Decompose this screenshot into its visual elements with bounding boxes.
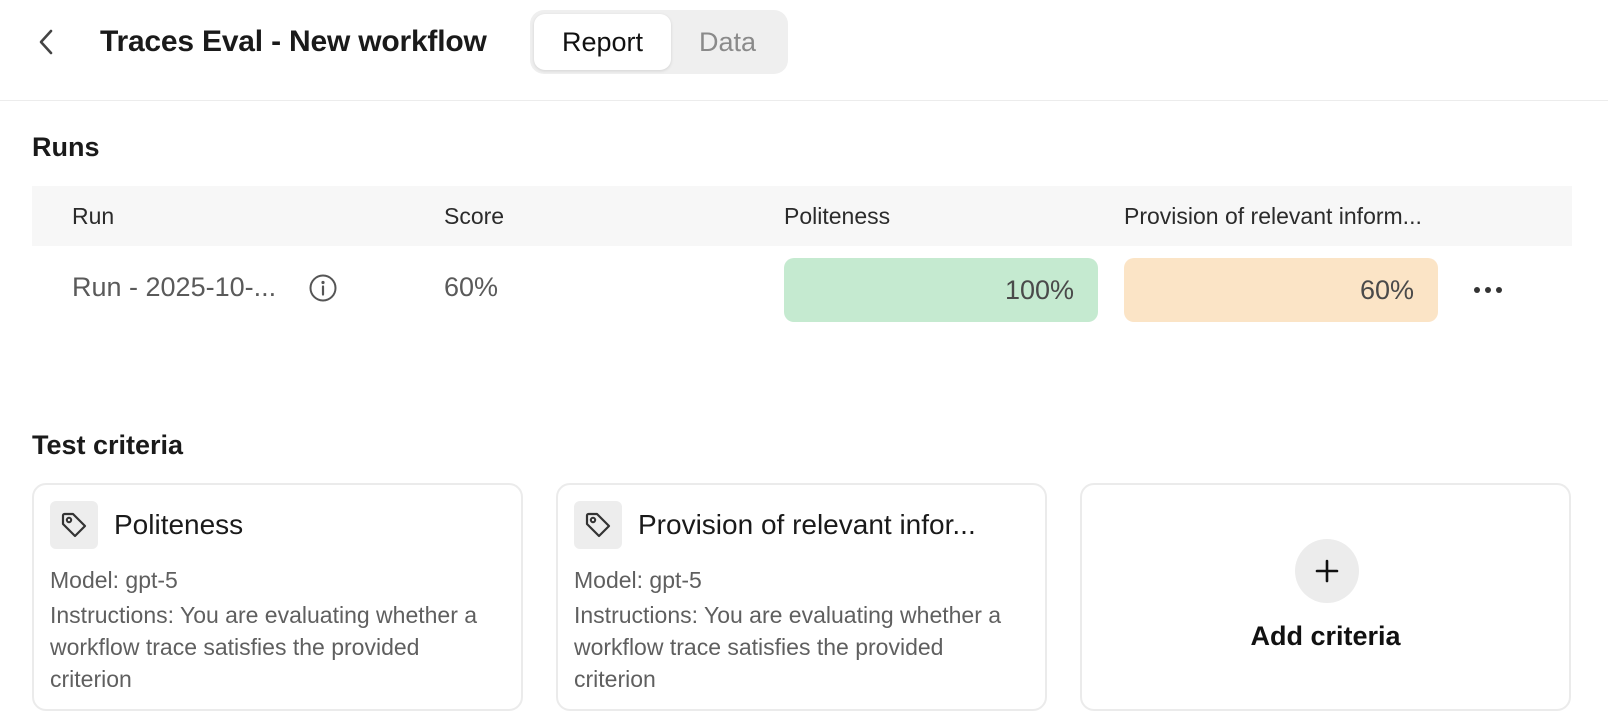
run-name[interactable]: Run - 2025-10-... [72, 262, 276, 312]
add-criteria-button[interactable]: Add criteria [1080, 483, 1571, 711]
view-switcher: Report Data [530, 10, 788, 74]
criteria-instructions: Instructions: You are evaluating whether… [574, 602, 1002, 692]
run-score: 60% [444, 272, 499, 302]
criteria-model: Model: gpt-5 [574, 567, 702, 593]
criteria-section-title: Test criteria [32, 430, 184, 460]
page-title: Traces Eval - New workflow [100, 25, 487, 58]
criteria-model: Model: gpt-5 [50, 567, 178, 593]
runs-table-header: Run Score Politeness Provision of releva… [32, 186, 1572, 246]
column-header-politeness: Politeness [784, 203, 891, 229]
provision-score-badge: 60% [1124, 258, 1438, 322]
page-header: Traces Eval - New workflow Report Data [0, 0, 1608, 101]
criteria-card-politeness[interactable]: Politeness Model: gpt-5 Instructions: Yo… [32, 483, 523, 711]
politeness-score-badge: 100% [784, 258, 1098, 322]
tab-report[interactable]: Report [534, 14, 671, 70]
tag-icon [50, 501, 98, 549]
criteria-card-provision[interactable]: Provision of relevant infor... Model: gp… [556, 483, 1047, 711]
more-horizontal-icon [1474, 287, 1502, 293]
more-options-button[interactable] [1468, 272, 1508, 308]
criteria-name: Provision of relevant infor... [638, 509, 976, 540]
info-icon[interactable] [308, 273, 338, 303]
tab-data[interactable]: Data [671, 14, 784, 70]
table-row[interactable]: Run - 2025-10-... 60% 100% 60% [32, 246, 1572, 336]
tag-icon [574, 501, 622, 549]
plus-icon [1295, 539, 1359, 603]
column-header-score: Score [444, 203, 505, 229]
chevron-left-icon [39, 29, 53, 55]
add-criteria-label: Add criteria [1250, 621, 1401, 651]
criteria-instructions: Instructions: You are evaluating whether… [50, 602, 478, 692]
column-header-provision: Provision of relevant inform... [1124, 203, 1422, 229]
runs-section-title: Runs [32, 132, 100, 162]
back-button[interactable] [30, 22, 62, 62]
column-header-run: Run [72, 203, 115, 229]
criteria-name: Politeness [114, 509, 244, 540]
